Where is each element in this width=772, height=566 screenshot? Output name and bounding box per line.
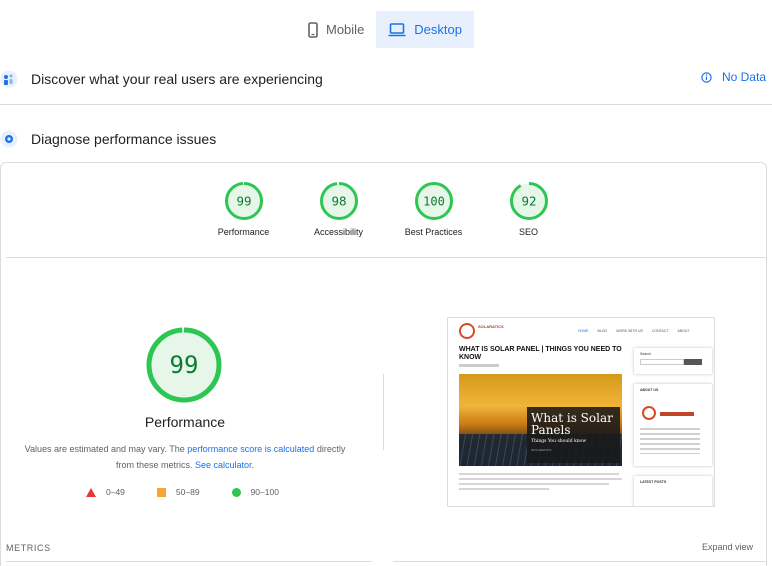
- circle-icon: [231, 487, 241, 497]
- legend-pass-range: 90–100: [250, 487, 279, 497]
- thumb-hero-sub: Things You should know: [531, 439, 587, 444]
- metrics-divider-right: [393, 561, 766, 562]
- gauge-best-practices[interactable]: 100 Best Practices: [386, 181, 481, 245]
- vertical-divider: [383, 374, 384, 450]
- legend-fail-range: 0–49: [106, 487, 125, 497]
- square-icon: [156, 487, 166, 497]
- thumb-search-widget: Search: [634, 348, 712, 374]
- thumb-hero-box: What is Solar Panels Things You should k…: [527, 407, 620, 463]
- performance-score-link[interactable]: performance score is calculated: [187, 444, 314, 454]
- triangle-icon: [86, 487, 96, 497]
- thumb-search-box: [640, 359, 684, 365]
- main-performance-gauge: 99: [146, 327, 222, 403]
- real-users-section[interactable]: Discover what your real users are experi…: [0, 61, 772, 97]
- see-calculator-link[interactable]: See calculator: [195, 460, 252, 470]
- thumb-meta: [459, 364, 499, 367]
- note-text-3: .: [251, 460, 255, 470]
- legend-pass: 90–100: [231, 487, 279, 497]
- section-divider: [0, 104, 772, 105]
- users-icon: [0, 68, 18, 90]
- gauge-value: 99: [236, 194, 251, 209]
- gauge-performance[interactable]: 99 Performance: [196, 181, 291, 245]
- score-note: Values are estimated and may vary. The p…: [24, 441, 346, 473]
- thumb-nav-item: CONTACT: [651, 329, 669, 333]
- page-screenshot-thumbnail[interactable]: SOLARATICS HOME BLOG WORK WITH US CONTAC…: [447, 317, 715, 507]
- gauge-ring: 92: [509, 182, 548, 220]
- expand-view-toggle[interactable]: Expand view: [702, 542, 753, 552]
- gauge-label: Best Practices: [404, 227, 463, 237]
- gauge-value: 100: [423, 195, 445, 209]
- diagnose-title: Diagnose performance issues: [31, 131, 217, 147]
- thumb-nav-item: ABOUT: [677, 329, 690, 333]
- legend-fail: 0–49: [86, 487, 125, 497]
- card-divider: [6, 257, 766, 258]
- thumb-nav-item: HOME: [578, 329, 589, 333]
- thumb-text-line: [459, 478, 622, 480]
- legend-average-range: 50–89: [175, 487, 200, 497]
- thumb-search-button: [684, 359, 702, 365]
- score-gauges: 99 Performance 98 Accessibility 100 Best…: [196, 181, 576, 245]
- real-users-title: Discover what your real users are experi…: [31, 71, 323, 87]
- main-score-value: 99: [170, 351, 199, 379]
- thumb-text-line: [459, 473, 619, 475]
- thumb-latest-label: LATEST POSTS: [640, 480, 667, 484]
- gauge-label: Accessibility: [313, 227, 363, 237]
- gauge-ring: 99: [224, 182, 263, 220]
- gauge-ring: 98: [319, 182, 358, 220]
- phone-icon: [308, 21, 318, 38]
- diagnose-section[interactable]: Diagnose performance issues: [0, 121, 772, 157]
- thumb-about-label: ABOUT US: [640, 388, 659, 392]
- thumb-text-line: [459, 483, 609, 485]
- tab-mobile[interactable]: Mobile: [296, 11, 376, 48]
- note-text-1: Values are estimated and may vary. The: [24, 444, 188, 454]
- no-data-text: No Data: [721, 70, 766, 84]
- thumb-nav-item: BLOG: [597, 329, 608, 333]
- gauge-ring: 100: [414, 182, 453, 220]
- main-score-label: Performance: [144, 414, 226, 430]
- thumb-nav-item: WORK WITH US: [616, 329, 643, 333]
- tab-desktop-label: Desktop: [414, 22, 462, 37]
- thumb-hero-title: What is Solar Panels: [531, 411, 613, 437]
- device-tabs: Mobile Desktop: [296, 11, 474, 48]
- info-icon: [701, 71, 712, 83]
- legend-average: 50–89: [156, 487, 200, 497]
- thumb-text-line: [459, 488, 549, 490]
- gauge-value: 92: [521, 194, 536, 209]
- thumb-header: SOLARATICS HOME BLOG WORK WITH US CONTAC…: [448, 318, 714, 340]
- tab-mobile-label: Mobile: [326, 22, 365, 37]
- thumb-about-logo-bar: [660, 412, 694, 416]
- thumb-about-widget: ABOUT US: [634, 384, 712, 466]
- thumb-headline: WHAT IS SOLAR PANEL | THINGS YOU NEED TO…: [459, 346, 622, 361]
- thumb-hero-image: What is Solar Panels Things You should k…: [459, 374, 622, 466]
- diagnose-icon: [0, 128, 18, 150]
- gauge-value: 98: [331, 194, 346, 209]
- thumb-logo-text: SOLARATICS: [478, 324, 504, 329]
- thumb-latest-widget: LATEST POSTS: [634, 476, 712, 506]
- thumb-search-label: Search: [640, 352, 652, 356]
- no-data-indicator[interactable]: No Data: [701, 70, 766, 84]
- thumb-hero-tag: SOLARATICS: [531, 448, 552, 452]
- thumb-about-text: [640, 428, 700, 454]
- thumb-nav: HOME BLOG WORK WITH US CONTACT ABOUT: [578, 329, 690, 333]
- tab-desktop[interactable]: Desktop: [376, 11, 474, 48]
- thumb-logo-icon: [459, 323, 475, 339]
- metrics-divider-left: [6, 561, 372, 562]
- metrics-heading: METRICS: [6, 543, 51, 553]
- gauge-seo[interactable]: 92 SEO: [481, 181, 576, 245]
- thumb-about-logo-icon: [642, 406, 656, 420]
- score-legend: 0–49 50–89 90–100: [86, 487, 311, 497]
- gauge-label: Performance: [217, 227, 270, 237]
- gauge-label: SEO: [518, 227, 538, 237]
- gauge-accessibility[interactable]: 98 Accessibility: [291, 181, 386, 245]
- laptop-icon: [388, 22, 406, 36]
